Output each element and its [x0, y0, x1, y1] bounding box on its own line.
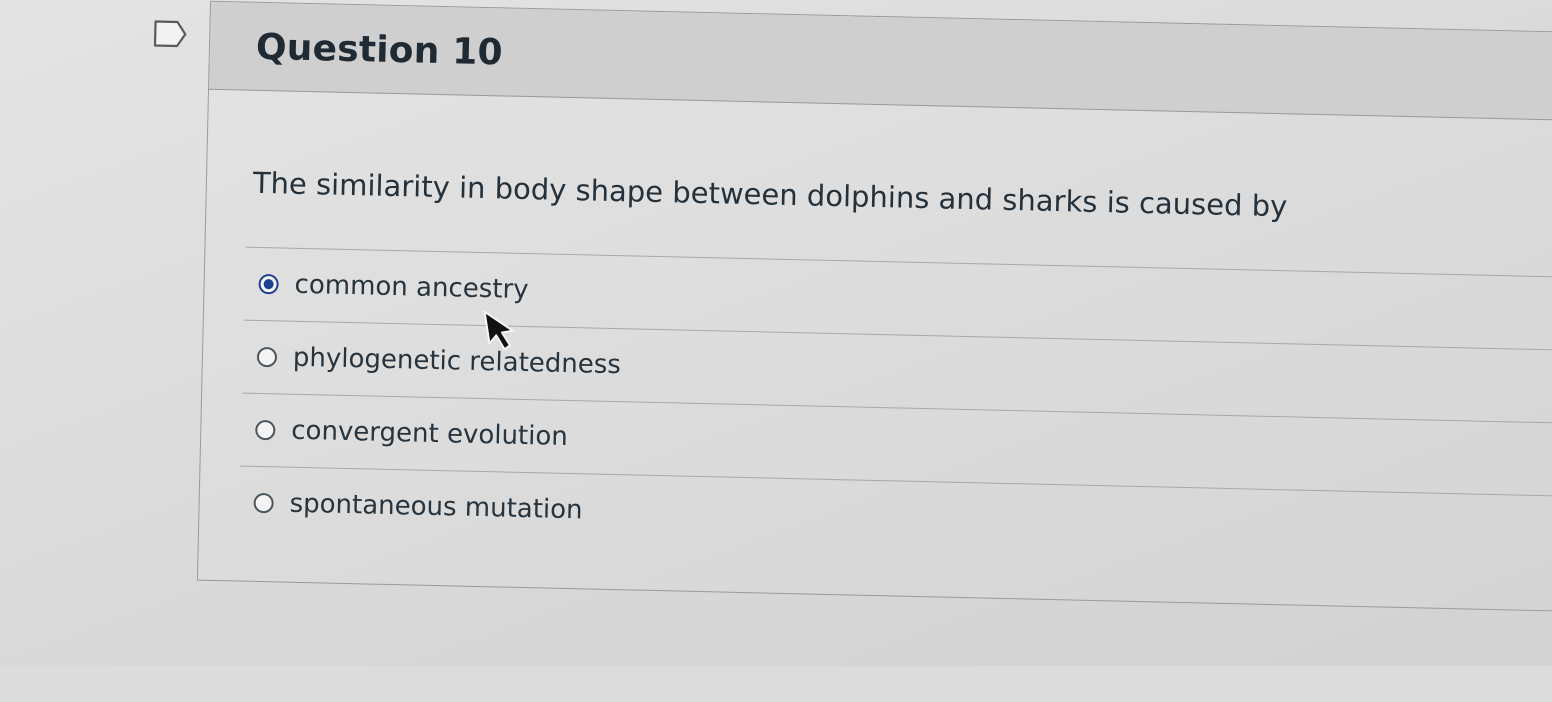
question-prompt: The similarity in body shape between dol… — [252, 165, 1288, 224]
answer-label: spontaneous mutation — [289, 488, 583, 526]
radio-unselected-icon[interactable] — [256, 346, 278, 368]
question-card: Question 10 The similarity in body shape… — [196, 0, 1552, 612]
question-title: Question 10 — [255, 26, 504, 74]
answer-label: common ancestry — [294, 269, 529, 306]
radio-unselected-icon[interactable] — [253, 492, 274, 514]
answer-label: phylogenetic relatedness — [292, 342, 622, 381]
radio-selected-icon[interactable] — [258, 273, 279, 295]
answer-label: convergent evolution — [290, 415, 569, 452]
answer-list: common ancestry phylogenetic relatedness… — [239, 246, 1552, 569]
quiz-screen: Question 10 The similarity in body shape… — [0, 0, 1552, 701]
radio-unselected-icon[interactable] — [255, 419, 276, 441]
mouse-pointer-icon — [483, 310, 514, 351]
bookmark-flag-icon[interactable] — [153, 19, 188, 48]
